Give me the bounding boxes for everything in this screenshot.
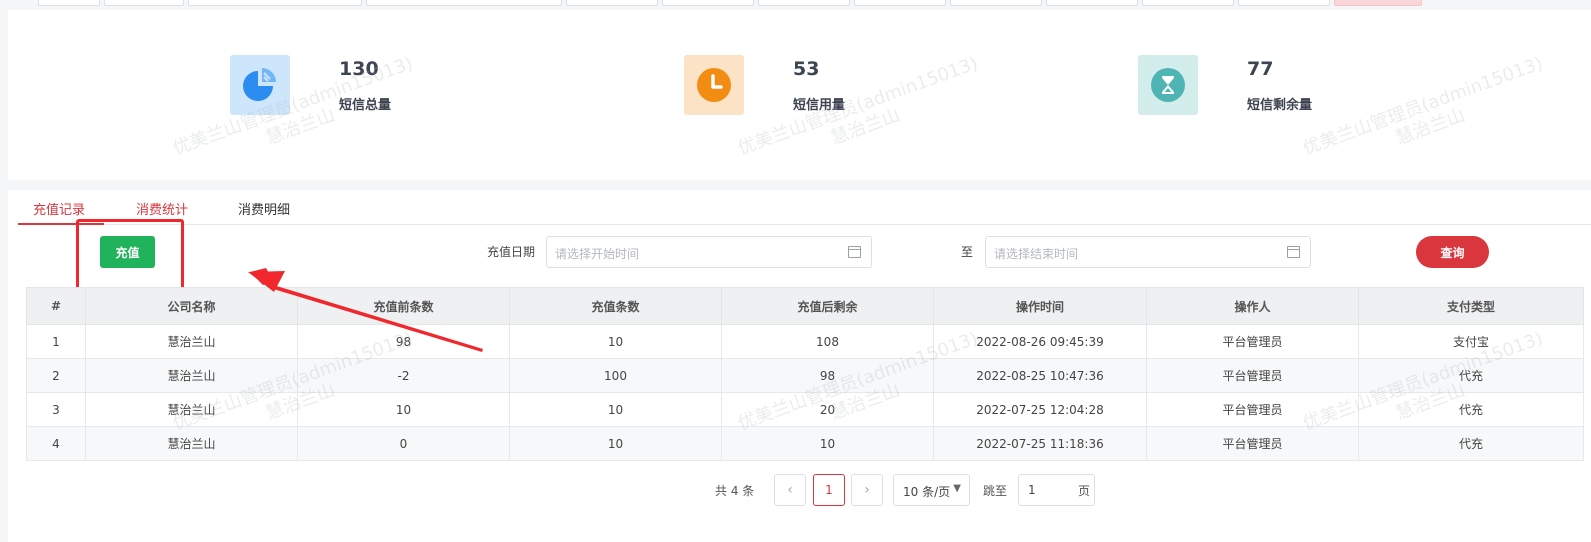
- pie-chart-icon: [230, 55, 290, 115]
- start-date-input[interactable]: 请选择开始时间: [546, 236, 872, 268]
- table-cell: 10: [509, 392, 722, 427]
- column-header: 操作人: [1146, 287, 1359, 325]
- record-tabs: 充值记录 消费统计 消费明细: [18, 190, 1591, 225]
- tags-view-item[interactable]: [950, 0, 1042, 6]
- table-cell: 98: [721, 358, 934, 393]
- end-date-input[interactable]: 请选择结束时间: [985, 236, 1311, 268]
- stat-remaining-label: 短信剩余量: [1247, 98, 1313, 113]
- calendar-icon: [1287, 246, 1300, 258]
- table-cell: 2: [26, 358, 86, 393]
- next-page-button[interactable]: ›: [851, 474, 883, 506]
- table-cell: 2022-08-25 10:47:36: [933, 358, 1147, 393]
- table-cell: 108: [721, 324, 934, 359]
- recharge-records-table: # 公司名称 充值前条数 充值条数 充值后剩余 操作时间 操作人 支付类型 1 …: [26, 287, 1584, 461]
- tags-view-item[interactable]: [566, 0, 658, 6]
- table-row: 2 慧治兰山 -2 100 98 2022-08-25 10:47:36 平台管…: [26, 358, 1584, 393]
- tags-view-item[interactable]: [366, 0, 562, 6]
- jump-to-label: 跳至: [983, 484, 1008, 498]
- content-panel: 130 短信总量 53 短信用量 77 短信剩余量 充值记录 消费统计 消费明细: [8, 10, 1591, 542]
- stat-used-label: 短信用量: [793, 98, 846, 113]
- table-row: 4 慧治兰山 0 10 10 2022-07-25 11:18:36 平台管理员…: [26, 426, 1584, 461]
- table-cell: 10: [297, 392, 510, 427]
- table-cell: 1: [26, 324, 86, 359]
- table-cell: 慧治兰山: [85, 358, 298, 393]
- table-cell: 10: [509, 324, 722, 359]
- tags-view-bar: [0, 0, 1591, 8]
- column-header: 充值后剩余: [721, 287, 934, 325]
- table-cell: 慧治兰山: [85, 392, 298, 427]
- tags-view-item[interactable]: [758, 0, 850, 6]
- stat-total-value: 130: [339, 58, 379, 80]
- tags-view-item[interactable]: [854, 0, 946, 6]
- tags-view-item[interactable]: [662, 0, 754, 6]
- section-divider: [8, 180, 1591, 190]
- recharge-date-label: 充值日期: [487, 245, 536, 259]
- stat-used-value: 53: [793, 58, 820, 80]
- chevron-down-icon: ▼: [953, 483, 961, 494]
- column-header: #: [26, 287, 86, 325]
- calendar-icon: [848, 246, 861, 258]
- end-date-placeholder: 请选择结束时间: [994, 247, 1079, 261]
- column-header: 支付类型: [1358, 287, 1584, 325]
- clock-icon: [684, 55, 744, 115]
- chevron-left-icon: ‹: [787, 482, 793, 498]
- tab-consumption-details[interactable]: 消费明细: [238, 199, 290, 218]
- chevron-right-icon: ›: [864, 482, 870, 498]
- tags-view-item[interactable]: [1142, 0, 1234, 6]
- table-cell: 平台管理员: [1146, 426, 1359, 461]
- table-cell: 2022-08-26 09:45:39: [933, 324, 1147, 359]
- table-cell: 2022-07-25 12:04:28: [933, 392, 1147, 427]
- table-cell: 支付宝: [1358, 324, 1584, 359]
- prev-page-button[interactable]: ‹: [774, 474, 806, 506]
- table-header-row: # 公司名称 充值前条数 充值条数 充值后剩余 操作时间 操作人 支付类型: [26, 287, 1584, 325]
- table-cell: 100: [509, 358, 722, 393]
- column-header: 充值条数: [509, 287, 722, 325]
- column-header: 操作时间: [933, 287, 1147, 325]
- table-row: 3 慧治兰山 10 10 20 2022-07-25 12:04:28 平台管理…: [26, 392, 1584, 427]
- table-cell: 3: [26, 392, 86, 427]
- page-number-button[interactable]: 1: [813, 474, 845, 506]
- tags-view-item[interactable]: [1238, 0, 1330, 6]
- table-cell: 2022-07-25 11:18:36: [933, 426, 1147, 461]
- table-cell: 0: [297, 426, 510, 461]
- table-cell: 慧治兰山: [85, 324, 298, 359]
- table-cell: 4: [26, 426, 86, 461]
- table-cell: 10: [509, 426, 722, 461]
- table-cell: 慧治兰山: [85, 426, 298, 461]
- tab-recharge-records[interactable]: 充值记录: [33, 199, 85, 218]
- query-button[interactable]: 查询: [1416, 236, 1489, 268]
- tags-view-item[interactable]: [1046, 0, 1138, 6]
- page-root: 130 短信总量 53 短信用量 77 短信剩余量 充值记录 消费统计 消费明细…: [0, 0, 1591, 542]
- start-date-placeholder: 请选择开始时间: [555, 247, 640, 261]
- table-cell: 98: [297, 324, 510, 359]
- table-cell: 10: [721, 426, 934, 461]
- table-cell: 20: [721, 392, 934, 427]
- stat-remaining-value: 77: [1247, 58, 1274, 80]
- hourglass-icon: [1138, 55, 1198, 115]
- date-range-separator: 至: [961, 245, 974, 259]
- table-cell: -2: [297, 358, 510, 393]
- sms-stats-area: 130 短信总量 53 短信用量 77 短信剩余量: [18, 20, 1591, 180]
- table-cell: 代充: [1358, 392, 1584, 427]
- stat-total-label: 短信总量: [339, 98, 392, 113]
- table-cell: 代充: [1358, 426, 1584, 461]
- tags-view-item[interactable]: [188, 0, 362, 6]
- column-header: 公司名称: [85, 287, 298, 325]
- pagination-total: 共 4 条: [715, 484, 755, 498]
- column-header: 充值前条数: [297, 287, 510, 325]
- tags-view-item[interactable]: [104, 0, 184, 6]
- table-cell: 代充: [1358, 358, 1584, 393]
- table-row: 1 慧治兰山 98 10 108 2022-08-26 09:45:39 平台管…: [26, 324, 1584, 359]
- page-size-select[interactable]: 10 条/页 ▼: [893, 474, 970, 506]
- table-cell: 平台管理员: [1146, 392, 1359, 427]
- table-cell: 平台管理员: [1146, 358, 1359, 393]
- tags-view-item[interactable]: [38, 0, 100, 6]
- page-size-value: 10 条/页: [903, 485, 951, 499]
- page-suffix-label: 页: [1078, 484, 1091, 498]
- tab-consumption-stats[interactable]: 消费统计: [136, 199, 188, 218]
- tags-view-item-active[interactable]: [1334, 0, 1422, 6]
- table-cell: 平台管理员: [1146, 324, 1359, 359]
